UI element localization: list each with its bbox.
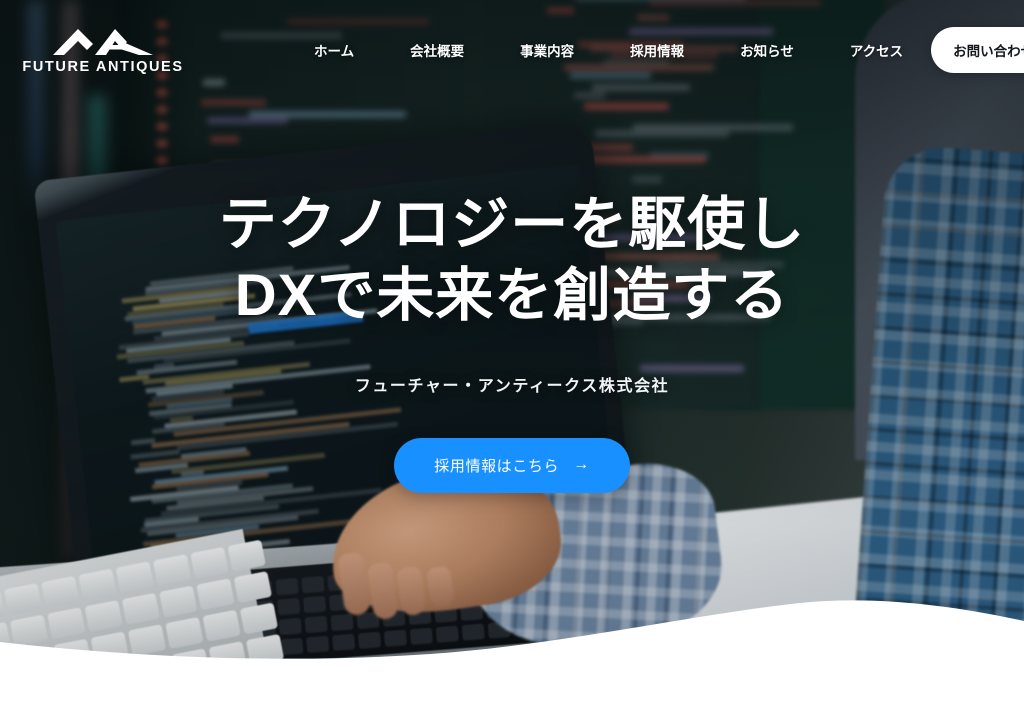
nav-item-recruit[interactable]: 採用情報 — [602, 40, 712, 60]
brand-name: FUTURE ANTIQUES — [22, 58, 184, 75]
hero-headline-line-2: DXで未来を創造する — [234, 262, 790, 328]
main-navigation: ホーム 会社概要 事業内容 採用情報 お知らせ アクセス — [286, 40, 931, 60]
mountain-monogram-icon — [51, 26, 155, 56]
nav-item-news[interactable]: お知らせ — [712, 40, 822, 60]
bottom-wave-divider — [0, 600, 1024, 701]
recruit-cta-label: 採用情報はこちら — [434, 457, 560, 475]
site-logo[interactable]: FUTURE ANTIQUES — [22, 26, 182, 75]
nav-item-home[interactable]: ホーム — [286, 40, 382, 60]
site-header: FUTURE ANTIQUES ホーム 会社概要 事業内容 採用情報 お知らせ … — [0, 0, 1024, 100]
hero-headline-line-1: テクノロジーを駆使し — [218, 192, 806, 257]
hero-copy: テクノロジーを駆使し DXで未来を創造する フューチャー・アンティークス株式会社… — [0, 190, 1024, 493]
recruit-cta-button[interactable]: 採用情報はこちら → — [394, 437, 630, 493]
contact-button[interactable]: お問い合わせ — [931, 27, 1024, 73]
arrow-right-icon: → — [573, 456, 590, 473]
nav-item-access[interactable]: アクセス — [822, 40, 931, 60]
nav-item-business[interactable]: 事業内容 — [492, 40, 602, 60]
nav-item-company[interactable]: 会社概要 — [382, 40, 492, 60]
hero-subtitle: フューチャー・アンティークス株式会社 — [354, 377, 670, 395]
hero-headline: テクノロジーを駆使し DXで未来を創造する — [219, 190, 806, 332]
hero-section: FUTURE ANTIQUES ホーム 会社概要 事業内容 採用情報 お知らせ … — [0, 0, 1024, 701]
